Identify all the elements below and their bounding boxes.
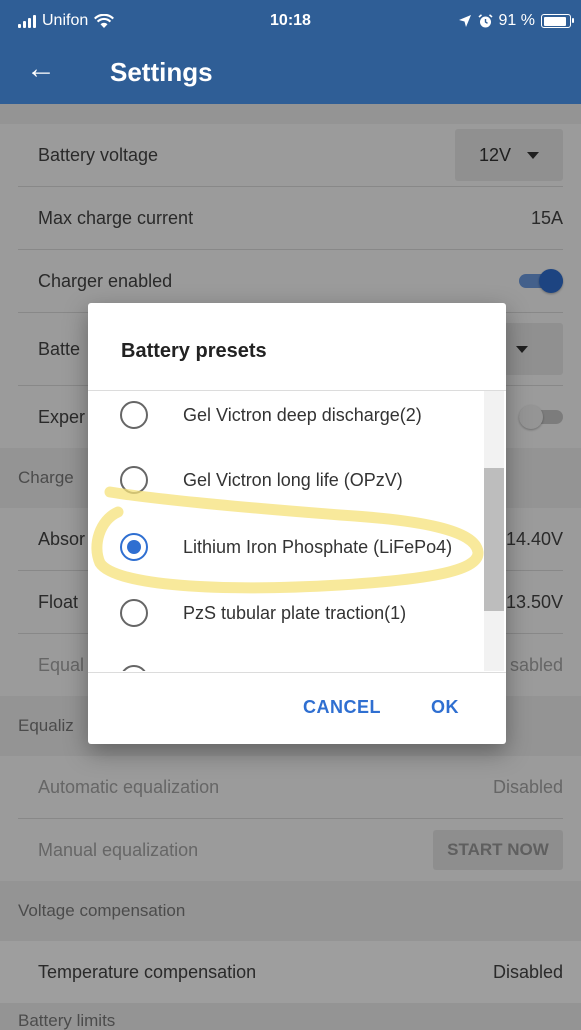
location-arrow-icon [458, 15, 471, 27]
app-bar: ← Settings [0, 40, 581, 104]
preset-option-gel-deep-discharge[interactable]: Gel Victron deep discharge(2) [88, 391, 488, 447]
preset-option-gel-long-life[interactable]: Gel Victron long life (OPzV) [88, 448, 488, 512]
options-scrollbar-thumb[interactable] [484, 468, 504, 611]
ok-button[interactable]: OK [431, 697, 459, 718]
alarm-icon [478, 13, 493, 27]
radio-unchecked-icon[interactable] [120, 665, 148, 671]
dialog-title: Battery presets [121, 340, 267, 362]
preset-option-partial[interactable] [88, 647, 488, 671]
radio-checked-icon[interactable] [120, 533, 148, 561]
status-right: 91 % [458, 12, 574, 30]
preset-option-label: Gel Victron long life (OPzV) [183, 469, 403, 490]
battery-presets-dialog: Battery presets Gel Victron deep dischar… [88, 303, 506, 744]
preset-options-list[interactable]: Gel Victron deep discharge(2) Gel Victro… [88, 391, 506, 671]
radio-unchecked-icon[interactable] [120, 599, 148, 627]
dialog-actions: CANCEL OK [88, 673, 506, 744]
preset-option-label: Gel Victron deep discharge(2) [183, 404, 422, 425]
battery-icon [541, 14, 574, 28]
preset-option-label: PzS tubular plate traction(1) [183, 602, 407, 623]
status-bar: Unifon 10:18 91 % [0, 0, 581, 40]
back-arrow-icon[interactable]: ← [26, 52, 56, 86]
radio-unchecked-icon[interactable] [120, 466, 148, 494]
radio-unchecked-icon[interactable] [120, 401, 148, 429]
page-title: Settings [110, 57, 213, 87]
preset-option-lifepo4[interactable]: Lithium Iron Phosphate (LiFePo4) [88, 515, 488, 579]
preset-option-pzs-tubular[interactable]: PzS tubular plate traction(1) [88, 581, 488, 645]
battery-percent: 91 % [498, 12, 535, 29]
cancel-button[interactable]: CANCEL [303, 697, 381, 718]
preset-option-label: Lithium Iron Phosphate (LiFePo4) [183, 536, 453, 557]
